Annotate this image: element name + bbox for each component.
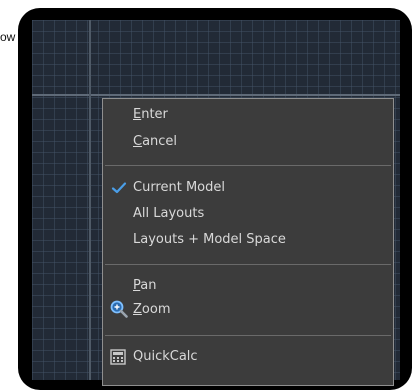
- label-rest: an: [140, 278, 157, 293]
- menu-item-current-model[interactable]: Current Model: [133, 177, 225, 199]
- accel-c: C: [133, 134, 143, 149]
- menu-item-zoom[interactable]: Zoom: [133, 299, 170, 321]
- canvas-horizontal-line: [32, 94, 400, 96]
- partial-label: ow: [0, 30, 16, 44]
- label-rest: nter: [141, 107, 168, 122]
- drawing-canvas[interactable]: Enter Cancel Current Model All Layouts L…: [32, 20, 400, 386]
- context-menu: Enter Cancel Current Model All Layouts L…: [102, 98, 394, 386]
- zoom-icon: [110, 300, 128, 318]
- label-rest: oom: [141, 302, 171, 317]
- checkmark-icon: [111, 182, 127, 194]
- menu-separator: [105, 264, 391, 265]
- menu-separator: [105, 335, 391, 336]
- menu-item-all-layouts[interactable]: All Layouts: [133, 203, 204, 225]
- calculator-icon: [110, 349, 126, 365]
- canvas-vertical-line: [89, 20, 91, 380]
- menu-item-enter[interactable]: Enter: [133, 104, 168, 126]
- menu-item-layouts-model-space[interactable]: Layouts + Model Space: [133, 229, 286, 251]
- menu-item-pan[interactable]: Pan: [133, 275, 156, 297]
- accel-e: E: [133, 107, 142, 122]
- window-frame: Enter Cancel Current Model All Layouts L…: [18, 8, 412, 390]
- accel-z: Z: [133, 302, 142, 317]
- label-rest: ancel: [142, 134, 178, 149]
- menu-separator: [105, 165, 391, 166]
- menu-item-quickcalc[interactable]: QuickCalc: [133, 346, 198, 368]
- menu-item-cancel[interactable]: Cancel: [133, 131, 177, 153]
